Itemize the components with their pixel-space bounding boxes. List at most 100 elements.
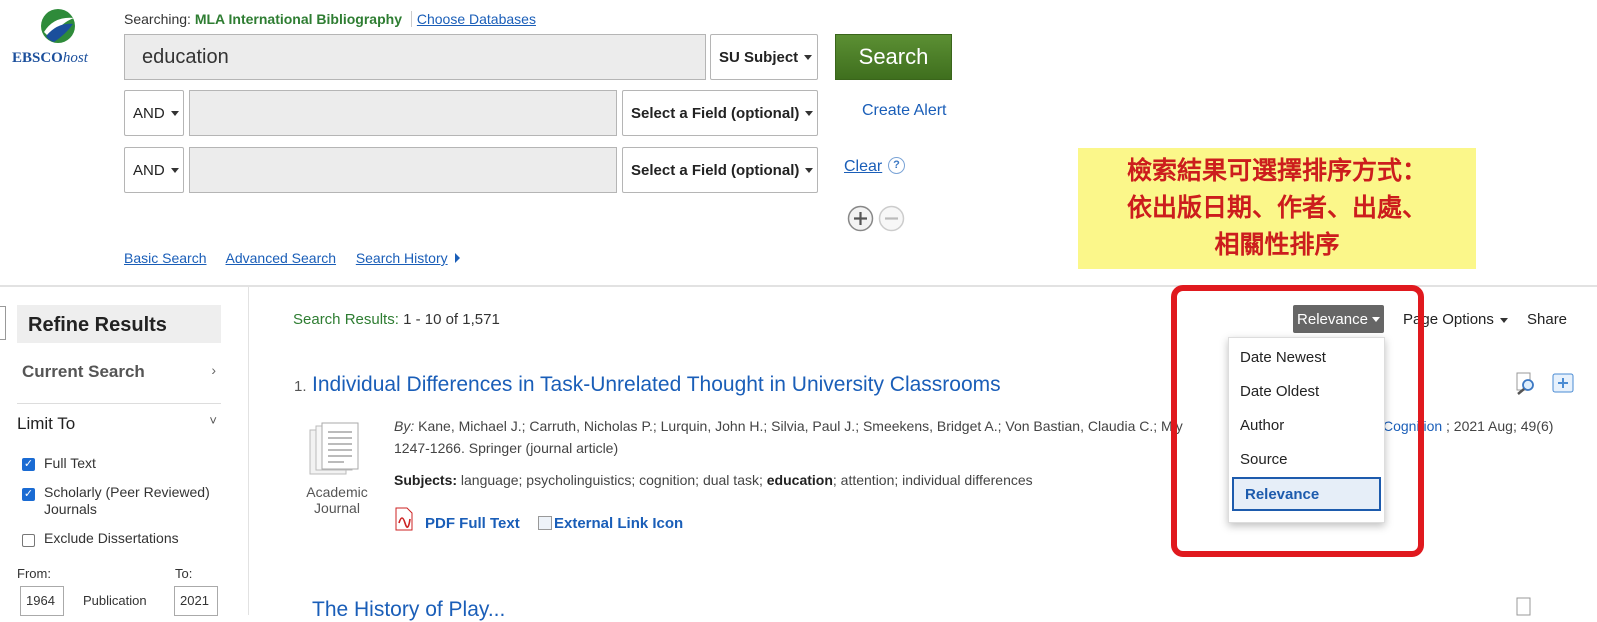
add-to-folder-icon[interactable] [1550, 371, 1574, 395]
results-label: Search Results: [293, 311, 399, 328]
bool-select-3-label: AND [133, 161, 165, 179]
result-2-title-partial[interactable]: The History of Play... [312, 598, 505, 622]
publication-type-label: Academic Journal [294, 484, 380, 516]
limit-scholarly-label: Scholarly (Peer Reviewed) Journals [44, 484, 210, 517]
annotation-note: 檢索結果可選擇排序方式： 依出版日期、作者、出處、 相關性排序 [1078, 148, 1476, 269]
checkbox-exclude-dissertations[interactable] [22, 534, 35, 547]
checkbox-full-text[interactable]: ✓ [22, 458, 35, 471]
limit-full-text-label: Full Text [44, 455, 96, 471]
result-source-detail: ; 2021 Aug; 49(6) [1446, 418, 1554, 434]
field-select-1[interactable]: SU Subject [710, 34, 818, 80]
chevron-down-icon [170, 167, 179, 173]
external-link[interactable]: External Link Icon [538, 515, 683, 532]
chevron-down-icon [170, 110, 179, 116]
result-title-link[interactable]: Individual Differences in Task-Unrelated… [312, 373, 1001, 397]
date-from-input[interactable]: 1964 [20, 586, 64, 616]
bool-select-2[interactable]: AND [124, 90, 184, 136]
search-history-link[interactable]: Search History [356, 250, 448, 266]
field-select-3-label: Select a Field (optional) [631, 161, 800, 179]
result-subjects: Subjects: language; psycholinguistics; c… [394, 472, 1033, 488]
result-pages-line: 1247-1266. Springer (journal article) [394, 440, 619, 456]
subjects-pre: language; psycholinguistics; cognition; … [460, 472, 763, 488]
basic-search-link[interactable]: Basic Search [124, 250, 206, 266]
annotation-highlight-frame [1171, 285, 1424, 557]
from-label: From: [17, 566, 51, 581]
results-count: Search Results: 1 - 10 of 1,571 [293, 311, 500, 328]
sidebar-collapse-handle[interactable] [0, 306, 6, 340]
date-to-value: 2021 [180, 593, 209, 608]
date-from-value: 1964 [26, 593, 55, 608]
pdf-icon [395, 507, 413, 531]
result-authors: By: Kane, Michael J.; Carruth, Nicholas … [394, 418, 1183, 434]
current-search-label: Current Search [22, 362, 145, 381]
search-input-2[interactable] [189, 90, 617, 136]
searching-label: Searching: [124, 11, 191, 27]
search-input-1[interactable]: education [124, 34, 706, 80]
share-label: Share [1527, 311, 1568, 328]
subjects-post: ; attention; individual differences [832, 472, 1033, 488]
broken-image-icon [538, 516, 552, 530]
ebsco-globe-icon [41, 9, 75, 43]
clear-link[interactable]: Clear [844, 158, 882, 176]
author-list: Kane, Michael J.; Carruth, Nicholas P.; … [418, 418, 1183, 434]
share-button[interactable]: Share [1527, 311, 1567, 328]
preview-magnifier-icon-2[interactable] [1514, 596, 1538, 616]
date-to-input[interactable]: 2021 [174, 586, 218, 616]
help-icon-glyph: ? [893, 159, 900, 171]
refine-results-title: Refine Results [28, 314, 167, 336]
field-select-1-label: SU Subject [719, 48, 799, 66]
bool-select-3[interactable]: AND [124, 147, 184, 193]
publication-label: Publication [83, 593, 147, 608]
add-row-icon[interactable] [847, 205, 874, 232]
chevron-down-icon [1499, 317, 1508, 323]
publication-type-line-2: Journal [314, 500, 360, 516]
results-range: 1 - 10 of 1,571 [403, 311, 500, 328]
field-select-3[interactable]: Select a Field (optional) [622, 147, 818, 193]
database-name: MLA International Bibliography [194, 11, 402, 27]
subjects-label: Subjects: [394, 472, 458, 488]
search-query-text: education [142, 46, 229, 68]
external-link-text: External Link Icon [554, 515, 684, 532]
chevron-down-icon: ˅ [209, 413, 217, 428]
choose-databases-link[interactable]: Choose Databases [417, 11, 536, 27]
field-select-2[interactable]: Select a Field (optional) [622, 90, 818, 136]
sidebar-divider-2 [17, 403, 221, 404]
sidebar-divider [248, 287, 249, 615]
logo-ebsco-text: EBSCO [12, 50, 63, 66]
bool-select-2-label: AND [133, 104, 165, 122]
to-label: To: [175, 566, 193, 581]
limit-to-label: Limit To [17, 414, 76, 433]
result-number: 1. [294, 378, 307, 395]
preview-magnifier-icon[interactable] [1514, 371, 1538, 395]
search-button[interactable]: Search [835, 34, 952, 80]
limit-to-toggle[interactable]: Limit To ˅ [17, 413, 221, 434]
triangle-right-icon [454, 253, 460, 263]
field-select-2-label: Select a Field (optional) [631, 104, 800, 122]
search-button-label: Search [858, 44, 929, 69]
limit-exclude-dissertations-label: Exclude Dissertations [44, 530, 179, 546]
create-alert-link[interactable]: Create Alert [862, 102, 946, 120]
search-nav-links: Basic Search Advanced Search Search Hist… [124, 250, 460, 266]
annotation-line-3: 相關性排序 [1214, 230, 1340, 259]
subjects-highlight: education [766, 472, 833, 488]
remove-row-icon[interactable] [878, 205, 905, 232]
current-search-toggle[interactable]: Current Search › [22, 362, 220, 382]
chevron-down-icon [805, 167, 814, 173]
logo-host-text: host [62, 50, 88, 66]
help-icon[interactable]: ? [888, 157, 905, 174]
annotation-line-2: 依出版日期、作者、出處、 [1126, 193, 1427, 222]
checkbox-scholarly[interactable]: ✓ [22, 488, 35, 501]
by-label: By: [394, 418, 415, 434]
chevron-right-icon: › [211, 362, 216, 378]
searching-line: Searching: MLA International Bibliograph… [124, 11, 536, 27]
publication-type-line-1: Academic [306, 484, 368, 500]
search-input-3[interactable] [189, 147, 617, 193]
advanced-search-link[interactable]: Advanced Search [226, 250, 337, 266]
chevron-down-icon [804, 54, 813, 60]
chevron-down-icon [805, 110, 814, 116]
pdf-full-text-link[interactable]: PDF Full Text [425, 515, 520, 532]
ebscohost-logo[interactable]: EBSCOhost [10, 8, 110, 68]
refine-results-heading: Refine Results [17, 305, 221, 343]
annotation-line-1: 檢索結果可選擇排序方式： [1126, 156, 1427, 185]
academic-journal-icon [309, 422, 359, 475]
